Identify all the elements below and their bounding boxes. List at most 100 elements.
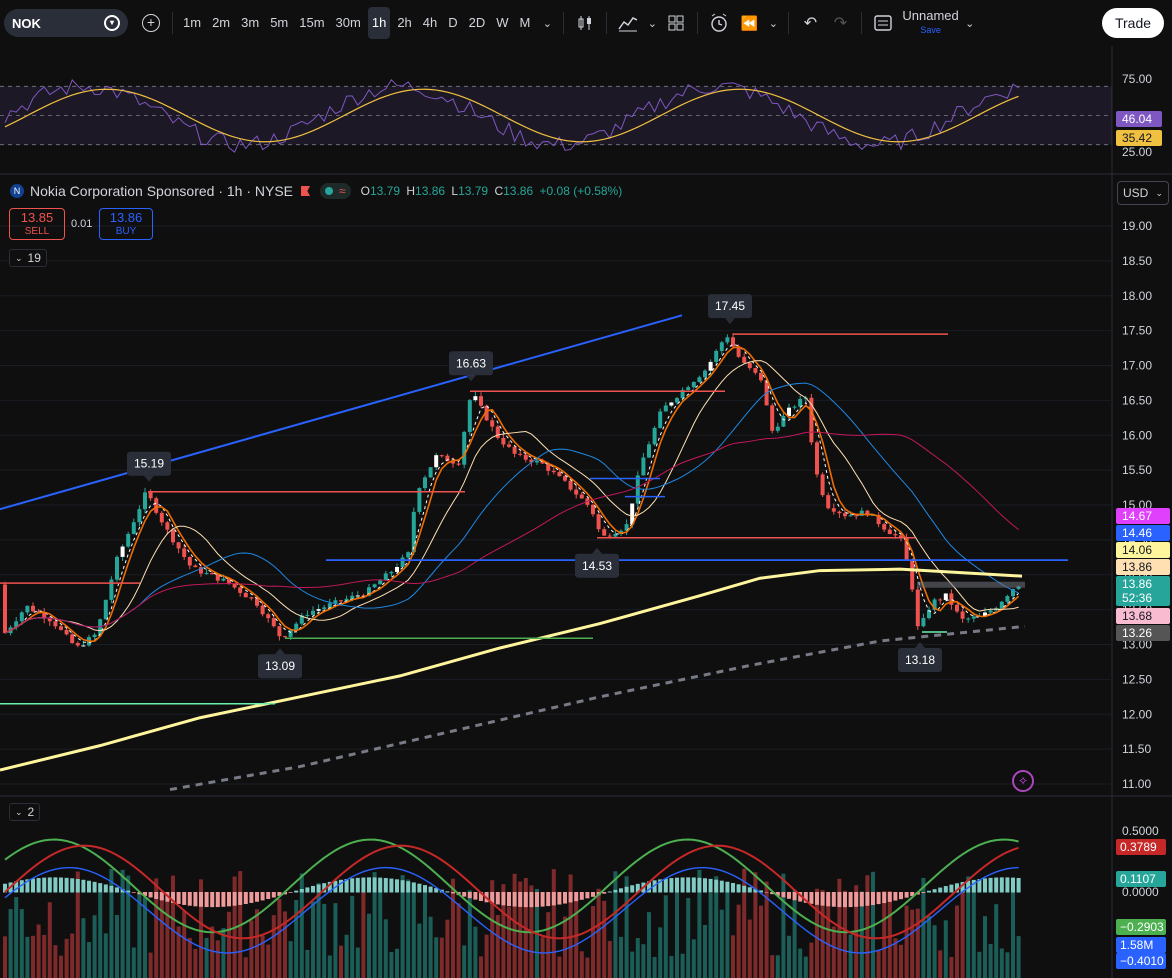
candle-body bbox=[75, 643, 80, 646]
macd-histogram-bar bbox=[176, 892, 181, 904]
compare-plus-icon[interactable]: + bbox=[136, 8, 166, 38]
top-toolbar: NOK ▾ + 1m 2m 3m 5m 15m 30m 1h 2h 4h D 2D W M ⌄ ⌄ ⏪ … bbox=[0, 0, 1172, 47]
buy-button[interactable]: 13.86 BUY bbox=[99, 208, 153, 240]
macd-indicators-toggle[interactable]: ⌄ 2 bbox=[9, 803, 41, 821]
chevron-down-icon[interactable]: ⌄ bbox=[959, 8, 981, 38]
volume-bar bbox=[999, 948, 1004, 978]
macd-histogram-bar bbox=[378, 877, 383, 893]
macd-histogram-bar bbox=[932, 889, 937, 893]
ai-assistant-icon[interactable]: ✧ bbox=[1012, 770, 1034, 792]
candle-body bbox=[535, 460, 539, 463]
candle-body bbox=[243, 592, 248, 598]
candle-body bbox=[837, 511, 842, 514]
macd-histogram-bar bbox=[971, 879, 976, 893]
layouts-grid-icon[interactable] bbox=[661, 8, 691, 38]
candle-body bbox=[126, 533, 131, 547]
interval-1h[interactable]: 1h bbox=[367, 7, 391, 39]
candle-body bbox=[260, 605, 265, 615]
macd-value-label: 1.58M bbox=[1116, 937, 1166, 953]
currency-select[interactable]: USD ⌄ bbox=[1117, 181, 1169, 205]
interval-w[interactable]: W bbox=[492, 7, 512, 39]
chevron-down-icon[interactable]: ⌄ bbox=[764, 8, 782, 38]
candle-body bbox=[652, 427, 657, 445]
interval-2h[interactable]: 2h bbox=[393, 7, 415, 39]
sell-button[interactable]: 13.85 SELL bbox=[9, 208, 65, 240]
toolbar-divider bbox=[563, 12, 565, 34]
macd-histogram-bar bbox=[781, 892, 786, 898]
volume-bar bbox=[355, 947, 360, 978]
candle-body bbox=[389, 571, 394, 574]
macd-histogram-bar bbox=[260, 892, 265, 901]
macd-histogram-bar bbox=[406, 881, 411, 893]
macd-histogram-bar bbox=[619, 888, 623, 893]
volume-bar bbox=[3, 936, 7, 978]
macd-histogram-bar bbox=[204, 892, 209, 908]
symbol-search[interactable]: NOK ▾ bbox=[4, 9, 128, 37]
callout-label: 15.19 bbox=[134, 457, 164, 471]
candle-body bbox=[501, 437, 506, 445]
volume-bar bbox=[333, 903, 338, 978]
interval-5m[interactable]: 5m bbox=[266, 7, 292, 39]
volume-bar bbox=[395, 948, 399, 978]
redo-icon[interactable]: ↷ bbox=[825, 8, 855, 38]
candle-body bbox=[971, 616, 976, 619]
volume-bar bbox=[551, 869, 556, 978]
macd-histogram-bar bbox=[848, 892, 853, 908]
undo-icon[interactable]: ↶ bbox=[795, 8, 825, 38]
interval-2d[interactable]: 2D bbox=[465, 7, 490, 39]
volume-bar bbox=[770, 955, 775, 978]
macd-count: 2 bbox=[27, 805, 35, 819]
indicators-icon[interactable] bbox=[613, 8, 643, 38]
interval-2m[interactable]: 2m bbox=[208, 7, 234, 39]
volume-bar bbox=[64, 938, 69, 978]
interval-30m[interactable]: 30m bbox=[332, 7, 365, 39]
replay-rewind-icon[interactable]: ⏪ bbox=[734, 8, 764, 38]
volume-bar bbox=[445, 919, 450, 978]
volume-bar bbox=[949, 956, 954, 978]
interval-d[interactable]: D bbox=[444, 7, 461, 39]
macd-histogram-bar bbox=[210, 892, 215, 908]
candle bbox=[770, 403, 775, 434]
chevron-down-icon[interactable]: ⌄ bbox=[537, 8, 557, 38]
macd-histogram-bar bbox=[837, 892, 842, 908]
layout-name-button[interactable]: Unnamed Save bbox=[902, 9, 958, 37]
volume-bar bbox=[484, 934, 489, 978]
interval-4h[interactable]: 4h bbox=[419, 7, 441, 39]
macd-histogram-bar bbox=[411, 882, 416, 893]
candle-body bbox=[221, 578, 226, 581]
interval-3m[interactable]: 3m bbox=[237, 7, 263, 39]
macd-histogram-bar bbox=[428, 886, 433, 893]
trade-button[interactable]: Trade bbox=[1102, 8, 1164, 38]
macd-histogram-bar bbox=[736, 884, 741, 893]
candle bbox=[154, 496, 159, 515]
indicators-toggle[interactable]: ⌄ 19 bbox=[9, 249, 47, 267]
flag-icon[interactable] bbox=[301, 186, 311, 196]
price-label-text: 13.86 bbox=[1122, 577, 1152, 591]
price-axis-label: 13.86 bbox=[1116, 559, 1170, 575]
interval-15m[interactable]: 15m bbox=[295, 7, 328, 39]
candle-body bbox=[148, 492, 153, 499]
volume-bar bbox=[619, 936, 623, 978]
toolbar-divider bbox=[861, 12, 863, 34]
candle-body bbox=[899, 535, 903, 538]
symbol-title[interactable]: Nokia Corporation Sponsored · 1h · NYSE bbox=[30, 183, 293, 199]
volume-bar bbox=[831, 926, 836, 978]
candles-icon[interactable] bbox=[570, 8, 600, 38]
candle-body bbox=[596, 514, 601, 530]
chevron-down-icon[interactable]: ⌄ bbox=[643, 8, 661, 38]
volume-bar bbox=[607, 941, 612, 978]
macd-histogram-bar bbox=[199, 892, 203, 907]
macd-histogram-bar bbox=[630, 885, 635, 893]
candle bbox=[3, 581, 7, 634]
layout-save-icon[interactable] bbox=[868, 8, 898, 38]
volume-bar bbox=[876, 949, 881, 978]
candle-body bbox=[826, 495, 831, 509]
macd-histogram-bar bbox=[887, 892, 892, 902]
interval-1m[interactable]: 1m bbox=[179, 7, 205, 39]
alert-clock-icon[interactable] bbox=[704, 8, 734, 38]
macd-histogram-bar bbox=[182, 892, 187, 905]
price-tick-label: 12.50 bbox=[1122, 672, 1152, 686]
macd-histogram-bar bbox=[400, 880, 405, 893]
interval-m[interactable]: M bbox=[516, 7, 535, 39]
candle-body bbox=[798, 398, 803, 407]
